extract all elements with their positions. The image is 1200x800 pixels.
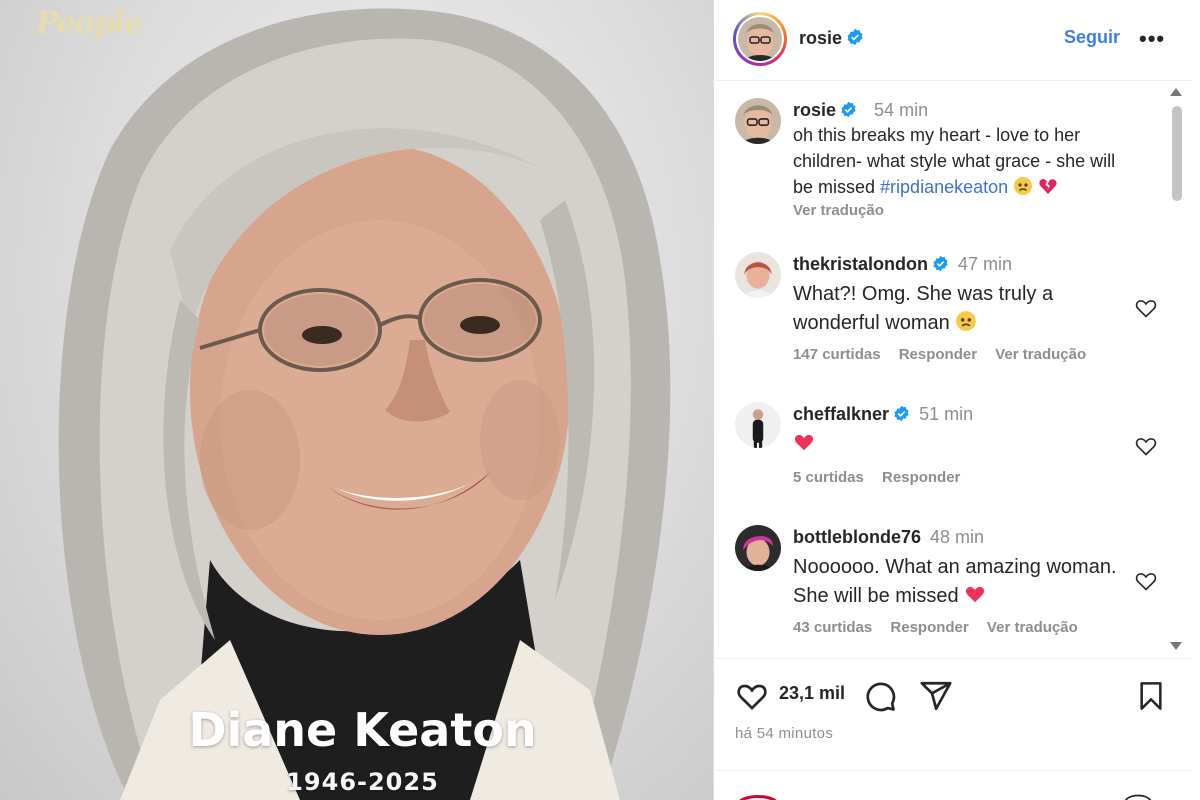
- comment-text-body: What?! Omg. She was truly a wonderful wo…: [793, 283, 1054, 334]
- reply-button[interactable]: Responder: [890, 619, 968, 636]
- caption-time: 54 min: [874, 100, 929, 120]
- scrollbar-thumb[interactable]: [1172, 106, 1182, 201]
- sad-face-emoji-icon: [1014, 177, 1033, 195]
- header-avatar[interactable]: [733, 12, 787, 66]
- more-options-icon[interactable]: •••: [1139, 26, 1165, 52]
- verified-badge-icon: [847, 28, 863, 46]
- comment-text: [793, 430, 1138, 459]
- heart-icon[interactable]: [735, 679, 769, 713]
- red-heart-emoji-icon: [966, 586, 985, 603]
- comment-actions: 5 curtidas Responder: [793, 469, 1138, 486]
- comment-heart-icon[interactable]: [1134, 569, 1158, 593]
- emoji-picker-icon[interactable]: [735, 787, 781, 800]
- comment-heart-icon[interactable]: [1134, 296, 1158, 320]
- rosie-avatar-image: [735, 98, 781, 144]
- sad-face-emoji-icon: [956, 311, 977, 331]
- comment-icon[interactable]: [863, 679, 897, 713]
- bookmark-icon[interactable]: [1135, 679, 1167, 713]
- add-comment-row[interactable]: [713, 770, 1193, 800]
- portrait-illustration: [58, 8, 671, 800]
- reply-button[interactable]: Responder: [882, 469, 960, 486]
- reply-button[interactable]: Responder: [899, 346, 977, 363]
- caption-avatar[interactable]: [735, 98, 781, 144]
- post-timestamp: há 54 minutos: [735, 725, 834, 742]
- post-actions-bar: 23,1 mil há 54 minutos: [713, 658, 1193, 768]
- translate-link[interactable]: Ver tradução: [995, 346, 1086, 363]
- thekristalondon-avatar-image: [735, 252, 781, 298]
- comment-text: What?! Omg. She was truly a wonderful wo…: [793, 280, 1138, 338]
- caption-translate-link[interactable]: Ver tradução: [793, 202, 1138, 219]
- verified-badge-icon: [841, 101, 856, 118]
- red-heart-emoji-icon: [794, 434, 814, 451]
- scroll-up-arrow-icon[interactable]: [1170, 88, 1182, 96]
- comment-actions: 43 curtidas Responder Ver tradução: [793, 619, 1138, 636]
- comment-likes[interactable]: 43 curtidas: [793, 619, 872, 636]
- comment-time: 51 min: [919, 404, 974, 424]
- comment-avatar[interactable]: [735, 525, 781, 571]
- comment-likes[interactable]: 5 curtidas: [793, 469, 864, 486]
- translate-link[interactable]: Ver tradução: [987, 619, 1078, 636]
- scroll-down-arrow-icon[interactable]: [1170, 642, 1182, 650]
- comment-actions: 147 curtidas Responder Ver tradução: [793, 346, 1138, 363]
- people-logo: People: [36, 6, 143, 41]
- comment-text-body: Noooooo. What an amazing woman. She will…: [793, 556, 1117, 607]
- caption-text: oh this breaks my heart - love to her ch…: [793, 122, 1138, 200]
- comments-list[interactable]: rosie 54 min oh this breaks my heart - l…: [713, 82, 1193, 657]
- follow-button[interactable]: Seguir: [1064, 27, 1120, 48]
- comment-avatar[interactable]: [735, 252, 781, 298]
- post-photo: People Diane Keaton 1946-2025: [0, 0, 713, 800]
- verified-badge-icon: [933, 255, 948, 272]
- comment-text: Noooooo. What an amazing woman. She will…: [793, 553, 1138, 611]
- comment-username[interactable]: cheffalkner: [793, 404, 889, 424]
- photo-title: Diane Keaton: [188, 703, 537, 757]
- comment-time: 48 min: [930, 527, 985, 547]
- comment-likes[interactable]: 147 curtidas: [793, 346, 881, 363]
- post-sidebar: rosie Seguir ••• rosie 54 min oh this br…: [713, 0, 1200, 800]
- caption-username[interactable]: rosie: [793, 100, 836, 120]
- header-username[interactable]: rosie: [799, 28, 864, 49]
- post-comment-icon[interactable]: [1123, 789, 1153, 800]
- comment-username[interactable]: bottleblonde76: [793, 527, 921, 547]
- rosie-avatar-image: [738, 17, 782, 61]
- comment-avatar[interactable]: [735, 402, 781, 448]
- hashtag-link[interactable]: #ripdianekeaton: [880, 177, 1008, 197]
- broken-heart-emoji-icon: [1039, 179, 1057, 194]
- bottleblonde76-avatar-image: [735, 525, 781, 571]
- photo-years: 1946-2025: [286, 768, 439, 796]
- header-username-text[interactable]: rosie: [799, 28, 842, 48]
- comment-username[interactable]: thekristalondon: [793, 254, 928, 274]
- comment-time: 47 min: [958, 254, 1013, 274]
- comment-heart-icon[interactable]: [1134, 434, 1158, 458]
- post-header: rosie Seguir •••: [713, 0, 1193, 81]
- verified-badge-icon: [894, 405, 909, 422]
- likes-count[interactable]: 23,1 mil: [779, 683, 845, 704]
- share-icon[interactable]: [919, 679, 953, 713]
- cheffalkner-avatar-image: [735, 402, 781, 448]
